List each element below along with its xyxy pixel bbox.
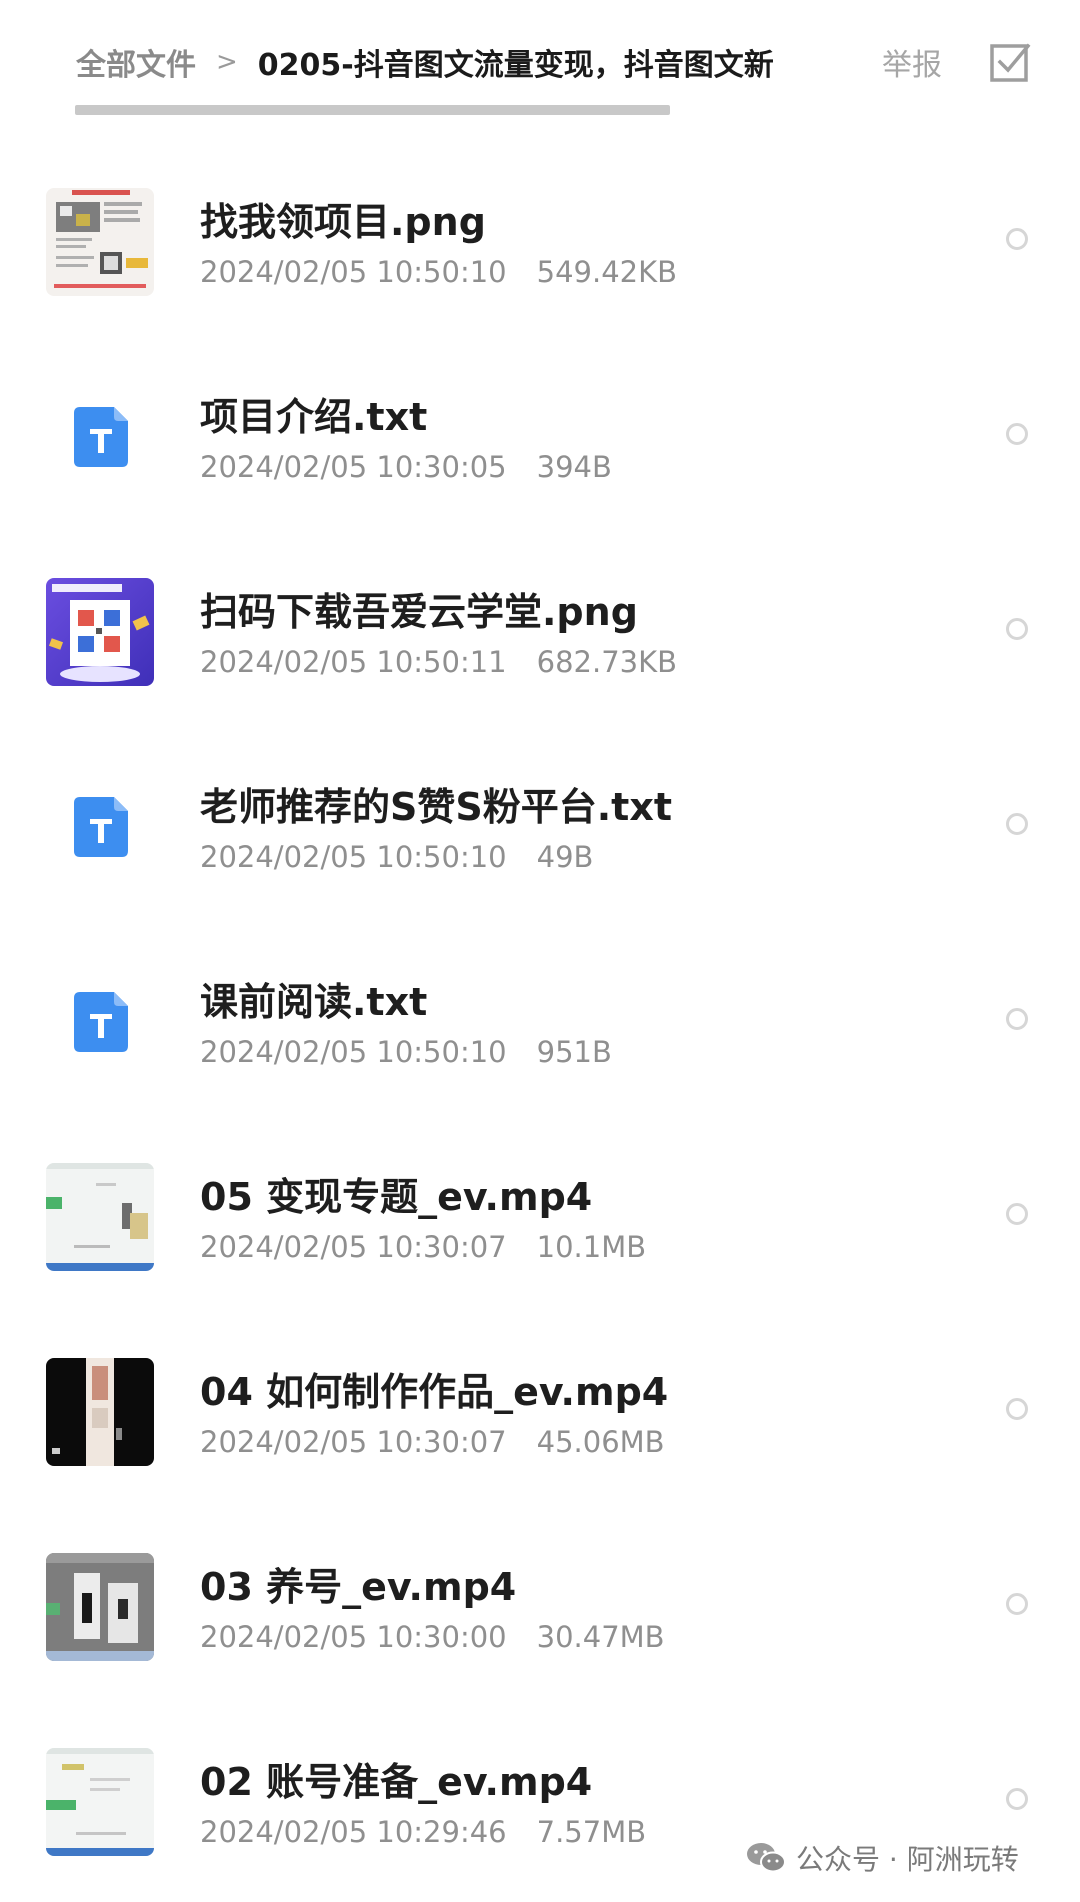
select-radio[interactable] xyxy=(1006,1788,1028,1810)
file-row[interactable]: 扫码下载吾爱云学堂.png 2024/02/05 10:50:11 682.73K… xyxy=(0,535,1080,730)
file-row[interactable]: 05 变现专题_ev.mp4 2024/02/05 10:30:07 10.1MB xyxy=(0,1120,1080,1315)
file-row[interactable]: 项目介绍.txt 2024/02/05 10:30:05 394B xyxy=(0,340,1080,535)
breadcrumb-scrollbar[interactable] xyxy=(75,105,670,115)
select-radio[interactable] xyxy=(1006,1203,1028,1225)
file-date: 2024/02/05 10:30:00 xyxy=(200,1620,507,1654)
file-size: 30.47MB xyxy=(536,1620,665,1654)
file-row[interactable]: 老师推荐的S赞S粉平台.txt 2024/02/05 10:50:10 49B xyxy=(0,730,1080,925)
file-date: 2024/02/05 10:50:10 xyxy=(200,1035,507,1069)
file-size: 45.06MB xyxy=(536,1425,665,1459)
txt-file-icon xyxy=(46,968,154,1076)
file-date: 2024/02/05 10:50:11 xyxy=(200,645,507,679)
report-button[interactable]: 举报 xyxy=(882,40,942,84)
file-meta: 2024/02/05 10:30:00 30.47MB xyxy=(200,1620,665,1654)
watermark: 公众号 · 阿洲玩转 xyxy=(746,1836,1019,1880)
file-name: 扫码下载吾爱云学堂.png xyxy=(200,590,638,634)
wechat-icon xyxy=(747,1843,786,1873)
video-thumbnail xyxy=(46,1748,154,1856)
image-thumbnail xyxy=(46,188,154,296)
file-date: 2024/02/05 10:50:10 xyxy=(200,255,507,289)
breadcrumb-current-folder: 0205-抖音图文流量变现，抖音图文新 xyxy=(257,48,774,83)
watermark-text: 公众号 · 阿洲玩转 xyxy=(796,1843,1019,1876)
txt-file-icon xyxy=(46,383,154,491)
file-size: 682.73KB xyxy=(536,645,678,679)
breadcrumb-root-link[interactable]: 全部文件 xyxy=(76,40,196,84)
breadcrumb: 全部文件 > 0205-抖音图文流量变现，抖音图文新 xyxy=(76,36,776,88)
file-meta: 2024/02/05 10:50:10 951B xyxy=(200,1035,612,1069)
file-size: 7.57MB xyxy=(536,1815,647,1849)
file-date: 2024/02/05 10:30:05 xyxy=(200,450,507,484)
file-row[interactable]: 课前阅读.txt 2024/02/05 10:50:10 951B xyxy=(0,925,1080,1120)
file-list: 找我领项目.png 2024/02/05 10:50:10 549.42KB 项目… xyxy=(0,145,1080,1900)
file-date: 2024/02/05 10:30:07 xyxy=(200,1425,507,1459)
breadcrumb-separator: > xyxy=(216,47,238,77)
file-meta: 2024/02/05 10:30:07 45.06MB xyxy=(200,1425,665,1459)
select-radio[interactable] xyxy=(1006,1398,1028,1420)
file-name: 04 如何制作作品_ev.mp4 xyxy=(200,1370,669,1414)
file-size: 49B xyxy=(536,840,594,874)
file-date: 2024/02/05 10:30:07 xyxy=(200,1230,507,1264)
file-size: 549.42KB xyxy=(536,255,678,289)
checkbox-icon xyxy=(990,43,1031,82)
select-radio[interactable] xyxy=(1006,1008,1028,1030)
file-name: 找我领项目.png xyxy=(200,200,486,244)
file-date: 2024/02/05 10:29:46 xyxy=(200,1815,507,1849)
select-radio[interactable] xyxy=(1006,618,1028,640)
file-meta: 2024/02/05 10:30:07 10.1MB xyxy=(200,1230,646,1264)
file-meta: 2024/02/05 10:30:05 394B xyxy=(200,450,612,484)
select-radio[interactable] xyxy=(1006,228,1028,250)
txt-file-icon xyxy=(46,773,154,881)
select-radio[interactable] xyxy=(1006,813,1028,835)
video-thumbnail xyxy=(46,1358,154,1466)
file-row[interactable]: 03 养号_ev.mp4 2024/02/05 10:30:00 30.47MB xyxy=(0,1510,1080,1705)
file-meta: 2024/02/05 10:29:46 7.57MB xyxy=(200,1815,646,1849)
file-name: 老师推荐的S赞S粉平台.txt xyxy=(200,785,673,829)
file-row[interactable]: 04 如何制作作品_ev.mp4 2024/02/05 10:30:07 45.0… xyxy=(0,1315,1080,1510)
file-meta: 2024/02/05 10:50:10 49B xyxy=(200,840,593,874)
file-size: 951B xyxy=(536,1035,612,1069)
file-date: 2024/02/05 10:50:10 xyxy=(200,840,507,874)
image-thumbnail xyxy=(46,578,154,686)
file-meta: 2024/02/05 10:50:11 682.73KB xyxy=(200,645,677,679)
file-name: 课前阅读.txt xyxy=(200,980,428,1024)
file-name: 05 变现专题_ev.mp4 xyxy=(200,1175,593,1219)
top-bar: 全部文件 > 0205-抖音图文流量变现，抖音图文新 举报 xyxy=(0,0,1080,130)
file-name: 项目介绍.txt xyxy=(200,395,428,439)
file-size: 394B xyxy=(536,450,612,484)
file-row[interactable]: 找我领项目.png 2024/02/05 10:50:10 549.42KB xyxy=(0,145,1080,340)
file-size: 10.1MB xyxy=(536,1230,647,1264)
select-radio[interactable] xyxy=(1006,423,1028,445)
select-radio[interactable] xyxy=(1006,1593,1028,1615)
file-name: 02 账号准备_ev.mp4 xyxy=(200,1760,593,1804)
video-thumbnail xyxy=(46,1163,154,1271)
video-thumbnail xyxy=(46,1553,154,1661)
select-mode-button[interactable] xyxy=(988,40,1032,84)
file-meta: 2024/02/05 10:50:10 549.42KB xyxy=(200,255,677,289)
file-name: 03 养号_ev.mp4 xyxy=(200,1565,517,1609)
